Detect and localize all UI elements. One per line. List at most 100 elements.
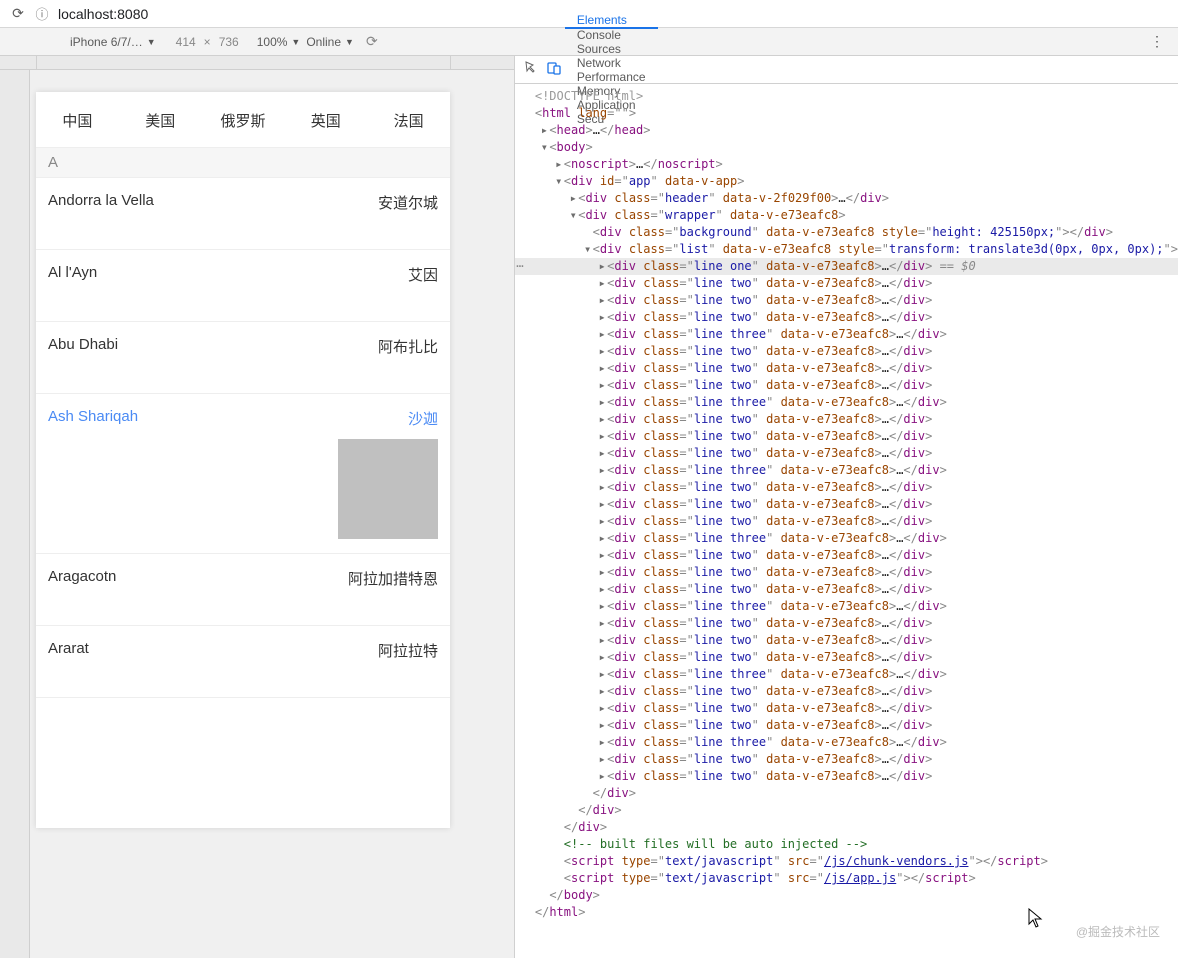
dom-node[interactable]: ▸<div class="line two" data-v-e73eafc8>…… xyxy=(515,275,1178,292)
dom-node[interactable]: ▸<noscript>…</noscript> xyxy=(515,156,1178,173)
city-list[interactable]: Andorra la Vella 安道尔城 Al l'Ayn 艾因 Abu Dhabi 阿… xyxy=(36,178,450,698)
dom-node[interactable]: ▸<div class="line three" data-v-e73eafc8… xyxy=(515,394,1178,411)
phone-frame: 中国美国俄罗斯英国法国 A Andorra la Vella安道尔城Al l'A… xyxy=(36,92,450,828)
ruler-vertical xyxy=(0,56,30,958)
city-name-cn: 阿拉加措特恩 xyxy=(348,568,438,589)
city-row[interactable]: Ash Shariqah 沙迦 xyxy=(36,394,450,554)
city-name-en: Aragacotn xyxy=(48,568,116,585)
dom-node[interactable]: ▸<div class="line two" data-v-e73eafc8>…… xyxy=(515,717,1178,734)
dom-node[interactable]: ▸<head>…</head> xyxy=(515,122,1178,139)
dom-node[interactable]: ▸<div class="line two" data-v-e73eafc8>…… xyxy=(515,683,1178,700)
city-row[interactable]: Al l'Ayn 艾因 xyxy=(36,250,450,322)
dom-node[interactable]: </div> xyxy=(515,802,1178,819)
city-name-cn: 艾因 xyxy=(408,264,438,285)
dom-node[interactable]: ▸<div class="header" data-v-2f029f00>…</… xyxy=(515,190,1178,207)
devtools-tab[interactable]: Network xyxy=(565,56,658,70)
chevron-down-icon: ▼ xyxy=(291,37,300,47)
dom-node[interactable]: </body> xyxy=(515,887,1178,904)
dom-node[interactable]: ▸<div class="line two" data-v-e73eafc8>…… xyxy=(515,547,1178,564)
country-tab[interactable]: 美国 xyxy=(119,92,202,147)
dom-node[interactable]: ▸<div class="line two" data-v-e73eafc8>…… xyxy=(515,360,1178,377)
city-name-en: Ash Shariqah xyxy=(48,408,138,425)
throttling-selector[interactable]: Online▼ xyxy=(306,35,354,49)
devtools-tab[interactable]: Elements xyxy=(565,13,658,29)
dom-node[interactable]: <script type="text/javascript" src="/js/… xyxy=(515,870,1178,887)
country-tab[interactable]: 英国 xyxy=(284,92,367,147)
dom-node[interactable]: </div> xyxy=(515,819,1178,836)
country-tab[interactable]: 俄罗斯 xyxy=(202,92,285,147)
dom-node[interactable]: ▸<div class="line three" data-v-e73eafc8… xyxy=(515,598,1178,615)
ruler-horizontal xyxy=(0,56,514,70)
dom-node[interactable]: <!-- built files will be auto injected -… xyxy=(515,836,1178,853)
dom-node[interactable]: ▸<div class="line two" data-v-e73eafc8>…… xyxy=(515,411,1178,428)
dom-node[interactable]: ▸<div class="line two" data-v-e73eafc8>…… xyxy=(515,700,1178,717)
devtools-tab[interactable]: Sources xyxy=(565,42,658,56)
city-row[interactable]: Abu Dhabi 阿布扎比 xyxy=(36,322,450,394)
dom-node[interactable]: ▸<div class="line two" data-v-e73eafc8>…… xyxy=(515,768,1178,785)
country-tab[interactable]: 中国 xyxy=(36,92,119,147)
dom-node[interactable]: ▸<div class="line two" data-v-e73eafc8>…… xyxy=(515,581,1178,598)
dom-node[interactable]: <script type="text/javascript" src="/js/… xyxy=(515,853,1178,870)
city-name-cn: 阿布扎比 xyxy=(378,336,438,357)
dom-node[interactable]: ▸<div class="line two" data-v-e73eafc8>…… xyxy=(515,496,1178,513)
rotate-icon[interactable]: ⟳ xyxy=(366,33,378,50)
dom-node[interactable]: ▸<div class="line two" data-v-e73eafc8>…… xyxy=(515,513,1178,530)
inspect-icon[interactable] xyxy=(521,61,543,78)
city-row[interactable]: Aragacotn 阿拉加措特恩 xyxy=(36,554,450,626)
dom-node[interactable]: ▸<div class="line one" data-v-e73eafc8>…… xyxy=(515,258,1178,275)
dom-node[interactable]: ▸<div class="line three" data-v-e73eafc8… xyxy=(515,462,1178,479)
dom-node[interactable]: <div class="background" data-v-e73eafc8 … xyxy=(515,224,1178,241)
dom-node[interactable]: <!DOCTYPE html> xyxy=(515,88,1178,105)
city-row[interactable]: Andorra la Vella 安道尔城 xyxy=(36,178,450,250)
device-mode-icon[interactable] xyxy=(543,61,565,78)
devtools-tab[interactable]: Performance xyxy=(565,70,658,84)
city-name-en: Andorra la Vella xyxy=(48,192,154,209)
dom-node[interactable]: </div> xyxy=(515,785,1178,802)
dom-node[interactable]: ▸<div class="line two" data-v-e73eafc8>…… xyxy=(515,751,1178,768)
dom-node[interactable]: ▸<div class="line three" data-v-e73eafc8… xyxy=(515,530,1178,547)
dom-node[interactable]: </html> xyxy=(515,904,1178,921)
country-tabs: 中国美国俄罗斯英国法国 xyxy=(36,92,450,148)
city-name-cn: 安道尔城 xyxy=(378,192,438,213)
reload-icon[interactable]: ⟳ xyxy=(6,5,30,22)
times-icon: × xyxy=(204,35,211,49)
cursor-icon xyxy=(1028,908,1046,930)
dom-node[interactable]: ▸<div class="line two" data-v-e73eafc8>…… xyxy=(515,564,1178,581)
device-selector[interactable]: iPhone 6/7/…▼ xyxy=(70,35,156,49)
dom-node[interactable]: ▸<div class="line two" data-v-e73eafc8>…… xyxy=(515,428,1178,445)
dom-node[interactable]: ▸<div class="line two" data-v-e73eafc8>…… xyxy=(515,292,1178,309)
dom-node[interactable]: ▸<div class="line two" data-v-e73eafc8>…… xyxy=(515,649,1178,666)
devtools-pane: ElementsConsoleSourcesNetworkPerformance… xyxy=(514,56,1178,958)
dom-node[interactable]: ▸<div class="line three" data-v-e73eafc8… xyxy=(515,326,1178,343)
watermark: @掘金技术社区 xyxy=(1076,923,1160,940)
device-width[interactable]: 414 xyxy=(176,35,196,49)
zoom-selector[interactable]: 100%▼ xyxy=(257,35,301,49)
dom-node[interactable]: ▸<div class="line two" data-v-e73eafc8>…… xyxy=(515,309,1178,326)
devtools-tab[interactable]: Console xyxy=(565,28,658,42)
city-name-en: Abu Dhabi xyxy=(48,336,118,353)
site-info-icon[interactable]: ⓘ xyxy=(30,4,54,23)
dom-node[interactable]: ▸<div class="line three" data-v-e73eafc8… xyxy=(515,734,1178,751)
city-row[interactable]: Ararat阿拉拉特 xyxy=(36,626,450,698)
city-thumbnail xyxy=(338,439,438,539)
dom-node[interactable]: ▸<div class="line three" data-v-e73eafc8… xyxy=(515,666,1178,683)
city-name-en: Al l'Ayn xyxy=(48,264,97,281)
dom-node[interactable]: ▸<div class="line two" data-v-e73eafc8>…… xyxy=(515,615,1178,632)
dom-node[interactable]: ▸<div class="line two" data-v-e73eafc8>…… xyxy=(515,343,1178,360)
device-height[interactable]: 736 xyxy=(219,35,239,49)
dom-node[interactable]: ▾<div class="wrapper" data-v-e73eafc8> xyxy=(515,207,1178,224)
elements-tree[interactable]: <!DOCTYPE html> <html lang=""> ▸<head>…<… xyxy=(515,84,1178,958)
dom-node[interactable]: ▾<body> xyxy=(515,139,1178,156)
dom-node[interactable]: ▸<div class="line two" data-v-e73eafc8>…… xyxy=(515,479,1178,496)
city-name-cn: 阿拉拉特 xyxy=(378,640,438,661)
dom-node[interactable]: ▾<div class="list" data-v-e73eafc8 style… xyxy=(515,241,1178,258)
kebab-menu-icon[interactable]: ⋮ xyxy=(1150,33,1164,50)
dom-node[interactable]: ▸<div class="line two" data-v-e73eafc8>…… xyxy=(515,377,1178,394)
dom-node[interactable]: ▸<div class="line two" data-v-e73eafc8>…… xyxy=(515,445,1178,462)
dom-node[interactable]: <html lang=""> xyxy=(515,105,1178,122)
dom-node[interactable]: ▸<div class="line two" data-v-e73eafc8>…… xyxy=(515,632,1178,649)
chevron-down-icon: ▼ xyxy=(345,37,354,47)
city-name-cn: 沙迦 xyxy=(408,408,438,429)
country-tab[interactable]: 法国 xyxy=(367,92,450,147)
dom-node[interactable]: ▾<div id="app" data-v-app> xyxy=(515,173,1178,190)
